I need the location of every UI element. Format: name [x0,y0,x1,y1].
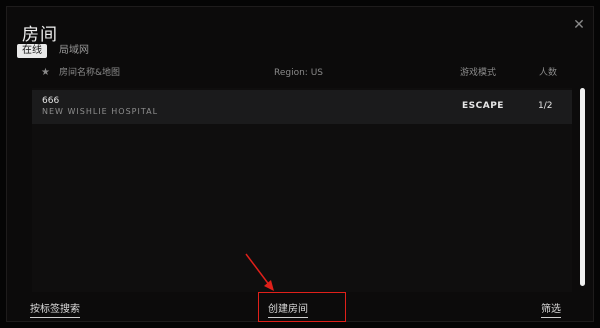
list-scrollbar[interactable] [580,88,585,286]
room-mode: ESCAPE [462,101,504,111]
search-by-tag-button[interactable]: 按标签搜索 [30,303,80,318]
tab-lan[interactable]: 局域网 [59,44,89,58]
column-header-count[interactable]: 人数 [539,67,557,79]
region-label[interactable]: Region: US [274,67,323,79]
column-header-name[interactable]: 房间名称&地图 [59,67,120,79]
filter-button[interactable]: 筛选 [541,303,561,318]
annotation-arrow [245,253,274,291]
tab-online[interactable]: 在线 [17,44,47,58]
annotation-highlight-box [258,292,346,322]
room-map: NEW WISHLIE HOSPITAL [42,107,159,116]
window-title: 房间 [22,25,58,45]
close-icon[interactable]: ✕ [572,18,586,32]
room-name: 666 [42,96,60,106]
room-row[interactable]: 666 NEW WISHLIE HOSPITAL ESCAPE 1/2 [32,90,572,124]
room-player-count: 1/2 [538,101,553,111]
favorite-star-icon[interactable]: ★ [41,67,50,79]
column-header-mode[interactable]: 游戏模式 [460,67,496,79]
